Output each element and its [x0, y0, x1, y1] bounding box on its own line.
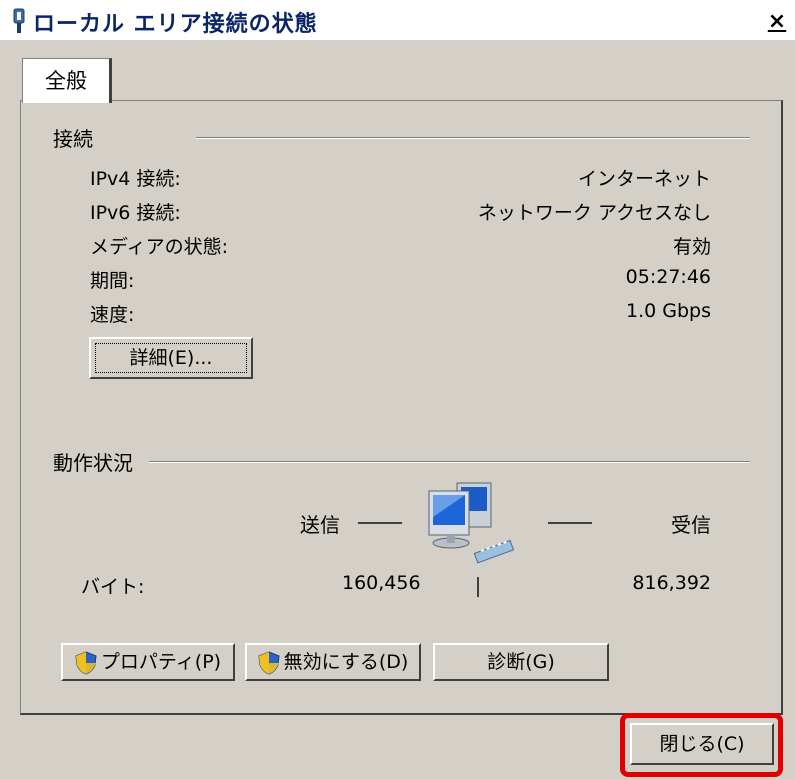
title-bar: ローカル エリア接続の状態 × [0, 0, 795, 40]
ipv6-value: ネットワーク アクセスなし [477, 202, 711, 224]
connection-group-label: 接続 [53, 127, 93, 151]
sent-line [358, 522, 402, 524]
network-computers-icon [428, 482, 515, 564]
properties-button[interactable]: プロパティ(P) [61, 643, 235, 681]
disable-button-label: 無効にする(D) [283, 651, 409, 673]
bytes-label: バイト: [81, 576, 145, 598]
network-adapter-icon [13, 8, 25, 33]
status-dialog: ローカル エリア接続の状態 × 全般 接続 IPv4 接続: インターネット I… [0, 0, 795, 779]
ipv4-value: インターネット [577, 168, 711, 190]
properties-button-label: プロパティ(P) [100, 651, 222, 673]
activity-group-label: 動作状況 [53, 451, 133, 475]
connection-group-line [196, 137, 750, 139]
duration-label: 期間: [90, 270, 135, 292]
close-button-label: 閉じる(C) [659, 733, 745, 755]
ipv6-label: IPv6 接続: [90, 202, 181, 224]
speed-label: 速度: [90, 304, 135, 326]
bytes-divider [477, 577, 479, 597]
media-state-value: 有効 [672, 236, 711, 258]
details-button[interactable]: 詳細(E)... [89, 337, 253, 379]
window-title: ローカル エリア接続の状態 [33, 12, 318, 37]
tab-general[interactable]: 全般 [22, 58, 112, 103]
focus-rect [95, 343, 247, 373]
diagnose-button-label: 診断(G) [487, 651, 555, 673]
disable-button[interactable]: 無効にする(D) [245, 643, 421, 681]
bytes-sent-value: 160,456 [342, 572, 421, 594]
diagnose-button[interactable]: 診断(G) [433, 643, 609, 681]
activity-group-line [149, 461, 750, 463]
close-icon[interactable]: × [765, 10, 789, 34]
ipv4-label: IPv4 接続: [90, 168, 181, 190]
received-line [548, 522, 592, 524]
speed-value: 1.0 Gbps [626, 300, 711, 322]
uac-shield-icon [75, 650, 97, 675]
close-button[interactable]: 閉じる(C) [630, 723, 774, 765]
bytes-received-value: 816,392 [632, 572, 711, 594]
duration-value: 05:27:46 [625, 266, 711, 288]
received-label: 受信 [671, 513, 711, 537]
uac-shield-icon [258, 650, 280, 675]
general-panel: 接続 IPv4 接続: インターネット IPv6 接続: ネットワーク アクセス… [20, 100, 783, 715]
media-state-label: メディアの状態: [90, 236, 229, 258]
sent-label: 送信 [300, 513, 340, 537]
